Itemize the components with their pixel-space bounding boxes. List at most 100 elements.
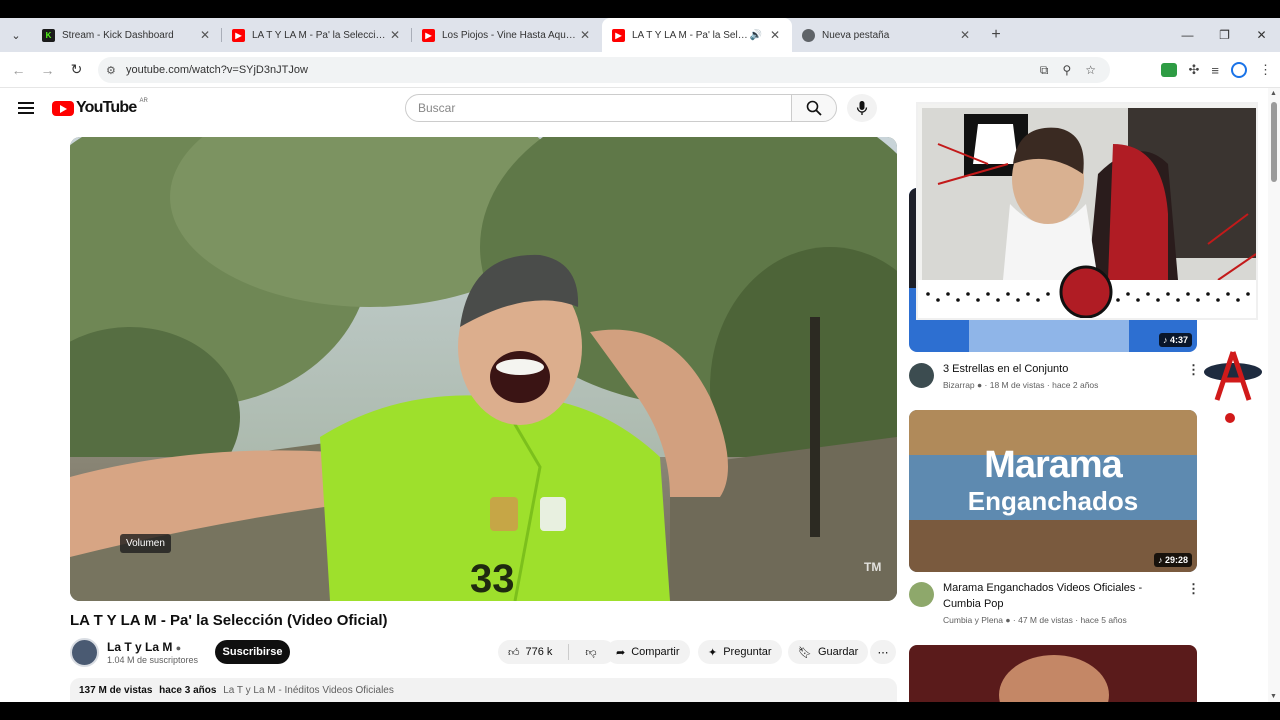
close-icon[interactable]: ✕: [388, 28, 402, 42]
scrollbar-thumb[interactable]: [1271, 102, 1277, 182]
tab-youtube-2[interactable]: ▶ Los Piojos - Vine Hasta Aquí (C ✕: [412, 18, 602, 52]
like-dislike-group: 👍︎ 776 k 👎︎: [498, 640, 615, 664]
tab-youtube-active[interactable]: ▶ LA T Y LA M - Pa' la Selecci 🔊 ✕: [602, 18, 792, 52]
thumbs-down-icon: 👎︎: [585, 646, 597, 659]
more-actions-button[interactable]: ⋯: [870, 640, 896, 664]
scroll-up-icon[interactable]: ▲: [1270, 90, 1277, 97]
subscriber-count: 1.04 M de suscriptores: [107, 655, 199, 665]
search-input[interactable]: Buscar: [405, 94, 792, 122]
bottom-letterbox: [0, 702, 1280, 720]
back-icon[interactable]: ←: [4, 62, 33, 78]
zoom-icon[interactable]: ⚲: [1062, 63, 1071, 77]
share-button[interactable]: ➦ Compartir: [606, 640, 690, 664]
install-app-icon[interactable]: ⧉: [1040, 63, 1049, 78]
scroll-down-icon[interactable]: ▼: [1270, 693, 1277, 700]
duration-text: 4:37: [1169, 335, 1188, 345]
country-code: AR: [139, 98, 148, 104]
volume-tooltip: Volumen: [120, 534, 171, 553]
youtube-logo[interactable]: YouTube AR: [52, 98, 148, 117]
channel-avatar[interactable]: [909, 363, 934, 388]
verified-icon: ●: [977, 380, 983, 390]
video-player[interactable]: 33 Volumen TM: [70, 137, 897, 601]
related-title[interactable]: Marama Enganchados Videos Oficiales - Cu…: [943, 580, 1173, 612]
more-vertical-icon[interactable]: ⋮: [1187, 581, 1200, 597]
duration-badge: ♪ 4:37: [1158, 333, 1192, 347]
channel-avatar[interactable]: [70, 638, 99, 667]
related-thumbnail[interactable]: Marama Enganchados ♪ 29:28: [909, 410, 1197, 572]
menu-icon[interactable]: [18, 102, 34, 114]
description-box[interactable]: 137 M de vistas hace 3 años La T y La M …: [70, 678, 897, 702]
more-vertical-icon[interactable]: ⋮: [1187, 362, 1200, 378]
youtube-page: YouTube AR Buscar 33 Volumen TM LA T Y L…: [0, 88, 1268, 702]
forward-icon[interactable]: →: [33, 62, 62, 78]
address-bar[interactable]: ⚙ youtube.com/watch?v=SYjD3nJTJow ⧉ ⚲ ☆: [98, 57, 1110, 83]
related-thumbnail[interactable]: [909, 645, 1197, 702]
tab-search-button[interactable]: ⌄: [0, 18, 32, 52]
close-window-icon[interactable]: ✕: [1243, 18, 1280, 52]
channel-name[interactable]: La T y La M ●: [107, 640, 181, 654]
site-info-icon[interactable]: ⚙: [106, 64, 124, 77]
tab-title: LA T Y LA M - Pa' la Selecci: [632, 29, 750, 41]
voice-search-button[interactable]: [847, 94, 877, 122]
bookmark-star-icon[interactable]: ☆: [1085, 63, 1096, 77]
close-icon[interactable]: ✕: [768, 28, 782, 42]
chrome-icon: [802, 28, 815, 42]
ask-label: Preguntar: [723, 646, 772, 658]
upload-age: hace 3 años: [159, 685, 217, 696]
channel-avatar[interactable]: [909, 582, 934, 607]
webcam-overlay: [916, 102, 1258, 320]
verified-icon: ●: [175, 643, 182, 653]
save-label: Guardar: [817, 646, 859, 658]
tab-youtube-1[interactable]: ▶ LA T Y LA M - Pa' la Selección (V ✕: [222, 18, 412, 52]
description-tags: La T y La M - Inéditos Videos Oficiales: [223, 685, 394, 696]
youtube-icon: ▶: [422, 28, 435, 42]
logo-text: YouTube: [76, 99, 137, 116]
restore-icon[interactable]: ❐: [1206, 18, 1243, 52]
more-horizontal-icon: ⋯: [877, 646, 889, 659]
video-title: LA T Y LA M - Pa' la Selección (Video Of…: [70, 612, 388, 629]
related-stats: 47 M de vistas · hace 5 años: [1018, 615, 1127, 625]
youtube-icon: ▶: [612, 28, 625, 42]
speaker-icon[interactable]: 🔊: [750, 30, 762, 41]
svg-text:33: 33: [470, 557, 515, 601]
minimize-icon[interactable]: —: [1169, 18, 1206, 52]
tab-kick-dashboard[interactable]: K Stream - Kick Dashboard ✕: [32, 18, 222, 52]
duration-badge: ♪ 29:28: [1153, 553, 1192, 567]
verified-icon: ●: [1005, 615, 1011, 625]
new-tab-button[interactable]: +: [982, 26, 1010, 44]
like-count: 776 k: [525, 646, 553, 658]
search-icon: [806, 100, 822, 116]
extension-green-icon[interactable]: [1160, 63, 1177, 77]
thumbnail-text-1: Marama: [984, 444, 1123, 486]
related-title[interactable]: 3 Estrellas en el Conjunto: [943, 361, 1173, 377]
close-icon[interactable]: ✕: [198, 28, 212, 42]
bookmark-icon: 🔖︎: [798, 646, 812, 659]
tab-new[interactable]: Nueva pestaña ✕: [792, 18, 982, 52]
spider-logo-icon: [1203, 350, 1263, 435]
kick-icon: K: [42, 28, 55, 42]
save-button[interactable]: 🔖︎ Guardar: [788, 640, 869, 664]
media-control-icon[interactable]: ≡: [1211, 63, 1219, 78]
subscribe-button[interactable]: Suscribirse: [215, 640, 290, 664]
related-channel[interactable]: Bizarrap: [943, 380, 975, 390]
close-icon[interactable]: ✕: [578, 28, 592, 42]
profile-icon[interactable]: [1231, 62, 1247, 78]
reload-icon[interactable]: ↻: [62, 61, 91, 78]
duration-text: 29:28: [1164, 555, 1188, 565]
dislike-button[interactable]: 👎︎: [575, 640, 606, 664]
related-channel[interactable]: Cumbia y Plena: [943, 615, 1003, 625]
sparkle-icon: ✦: [708, 646, 718, 659]
page-scrollbar[interactable]: ▲ ▼: [1268, 88, 1280, 702]
thumbs-up-icon: 👍︎: [508, 646, 520, 659]
related-meta: Cumbia y Plena ● · 47 M de vistas · hace…: [943, 615, 1127, 625]
close-icon[interactable]: ✕: [958, 28, 972, 42]
thumbnail-text-2: Enganchados: [967, 486, 1139, 516]
channel-name-text: La T y La M: [107, 640, 173, 654]
top-letterbox: [0, 0, 1280, 18]
like-button[interactable]: 👍︎ 776 k: [498, 640, 562, 664]
browser-menu-icon[interactable]: ⋮: [1259, 62, 1272, 78]
browser-toolbar: ← → ↻ ⚙ youtube.com/watch?v=SYjD3nJTJow …: [0, 52, 1280, 88]
search-button[interactable]: [791, 94, 837, 122]
ask-button[interactable]: ✦ Preguntar: [698, 640, 782, 664]
extensions-puzzle-icon[interactable]: ✣: [1189, 62, 1200, 78]
